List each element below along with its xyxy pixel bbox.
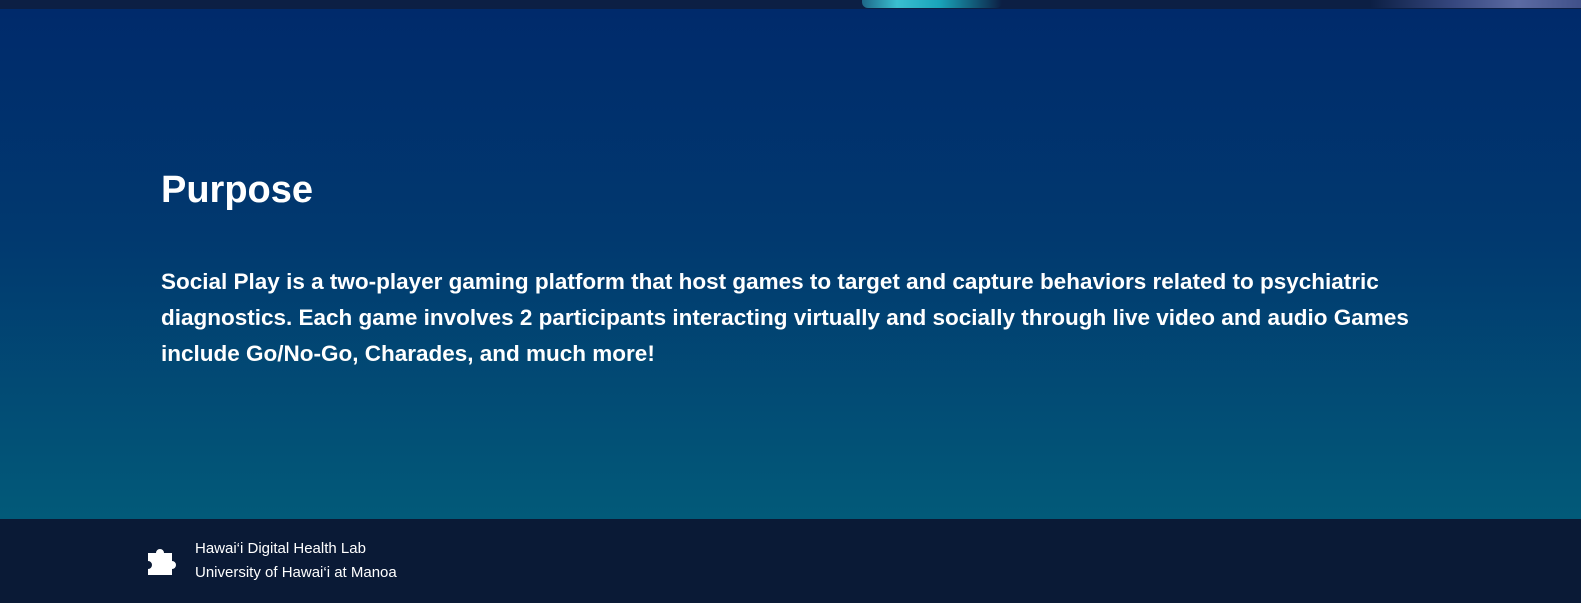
footer-credits: Hawai‘i Digital Health Lab University of… (195, 537, 397, 585)
banner-art-fragment (1370, 0, 1581, 8)
banner-art-fragment (862, 0, 1002, 8)
puzzle-piece-icon (148, 549, 176, 575)
footer: Hawai‘i Digital Health Lab University of… (0, 519, 1581, 603)
university-name: University of Hawai‘i at Manoa (195, 564, 397, 581)
purpose-section: Purpose Social Play is a two-player gami… (0, 9, 1581, 519)
section-description: Social Play is a two-player gaming platf… (161, 269, 1409, 366)
section-title: Purpose (161, 169, 314, 211)
top-banner-image (0, 0, 1581, 9)
lab-name: Hawai‘i Digital Health Lab (195, 540, 366, 557)
